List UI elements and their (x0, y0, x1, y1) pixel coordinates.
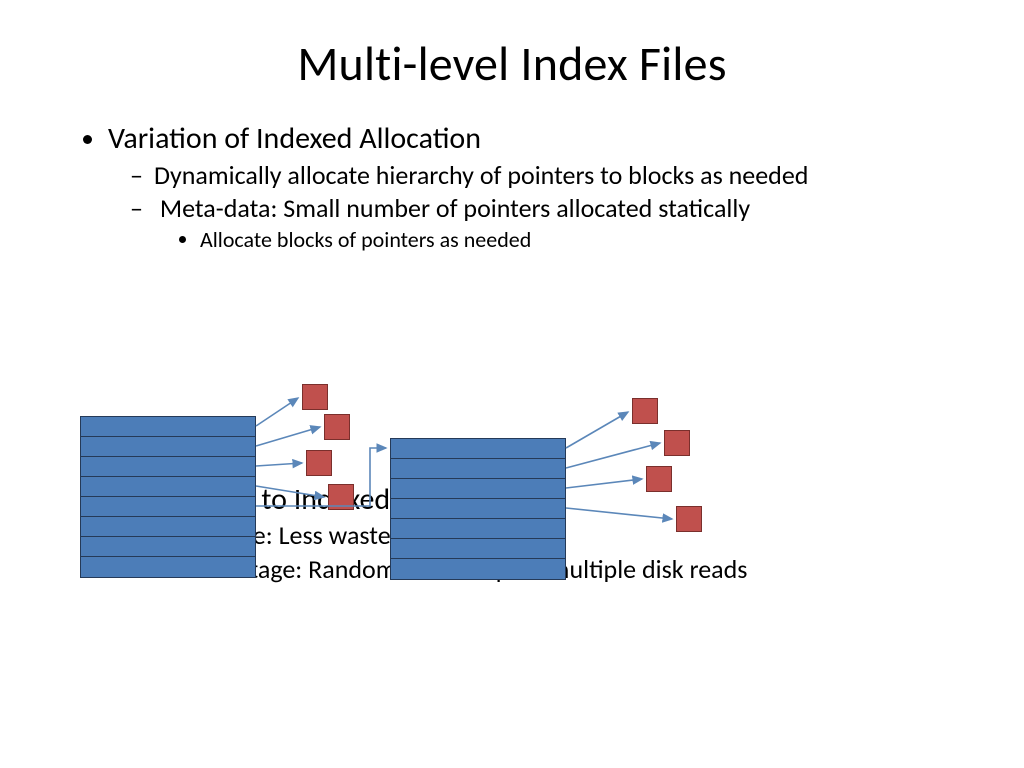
slide-title: Multi-level Index Files (0, 0, 1024, 93)
bullet-text: Meta-data: Small number of pointers allo… (160, 192, 750, 224)
index-diagram (80, 384, 780, 600)
bullet-text: Allocate blocks of pointers as needed (200, 226, 531, 253)
bullet-item-1-1: Dynamically allocate hierarchy of pointe… (154, 160, 964, 192)
bullet-item-1-2-1: Allocate blocks of pointers as needed (200, 227, 964, 254)
bullet-item-1-2: Meta-data: Small number of pointers allo… (154, 193, 964, 254)
bullet-text: Variation of Indexed Allocation (108, 120, 481, 157)
bullet-text: Dynamically allocate hierarchy of pointe… (154, 159, 808, 191)
arrows-layer (80, 384, 780, 600)
